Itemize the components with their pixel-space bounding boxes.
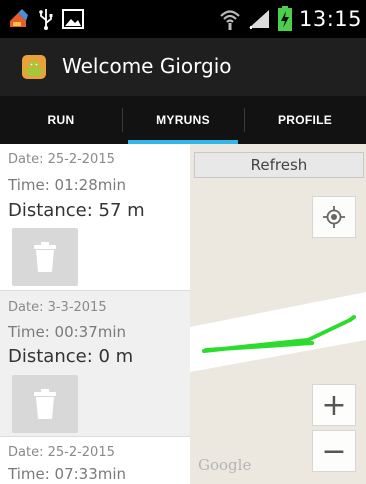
run-distance: Distance: 0 m: [8, 346, 134, 367]
run-date: Date: 25-2-2015: [8, 445, 115, 460]
run-distance: Distance: 57 m: [8, 200, 145, 221]
google-attribution: Google: [198, 456, 252, 474]
usb-icon: [39, 9, 53, 30]
signal-icon: [248, 10, 269, 29]
trash-icon: [34, 389, 56, 419]
runs-list[interactable]: Date: 25-2-2015 Time: 01:28min Distance:…: [0, 144, 190, 484]
run-item: Date: 25-2-2015 Time: 07:33min: [0, 437, 190, 484]
tab-run[interactable]: RUN: [0, 96, 122, 144]
android-icon: [22, 55, 46, 79]
action-bar: Welcome Giorgio: [0, 38, 366, 96]
status-clock: 13:15: [298, 7, 362, 31]
status-bar: 13:15: [0, 0, 366, 38]
run-date: Date: 3-3-2015: [8, 300, 107, 315]
trash-icon: [34, 242, 56, 272]
map-view[interactable]: Refresh + − Google: [190, 144, 366, 484]
my-location-button[interactable]: [312, 196, 356, 238]
status-system: 13:15: [219, 4, 362, 34]
tab-myruns[interactable]: MYRUNS: [122, 96, 244, 144]
picture-icon: [62, 9, 84, 29]
tab-bar: RUN MYRUNS PROFILE: [0, 96, 366, 144]
notification-app-icon: [10, 9, 28, 27]
zoom-out-button[interactable]: −: [312, 430, 356, 472]
refresh-button[interactable]: Refresh: [194, 152, 364, 178]
run-date: Date: 25-2-2015: [8, 152, 115, 167]
status-notifications: [8, 8, 84, 30]
delete-run-button[interactable]: [12, 375, 78, 433]
battery-charging-icon: [277, 6, 292, 31]
run-item: Date: 25-2-2015 Time: 01:28min Distance:…: [0, 144, 190, 290]
my-location-icon: [323, 206, 345, 228]
run-item: Date: 3-3-2015 Time: 00:37min Distance: …: [0, 291, 190, 436]
wifi-icon: [220, 10, 240, 30]
app-title: Welcome Giorgio: [62, 54, 232, 78]
delete-run-button[interactable]: [12, 228, 78, 286]
tab-profile[interactable]: PROFILE: [244, 96, 366, 144]
run-time: Time: 01:28min: [8, 176, 127, 194]
run-time: Time: 00:37min: [8, 323, 127, 341]
run-time: Time: 07:33min: [8, 465, 127, 483]
zoom-in-button[interactable]: +: [312, 384, 356, 426]
